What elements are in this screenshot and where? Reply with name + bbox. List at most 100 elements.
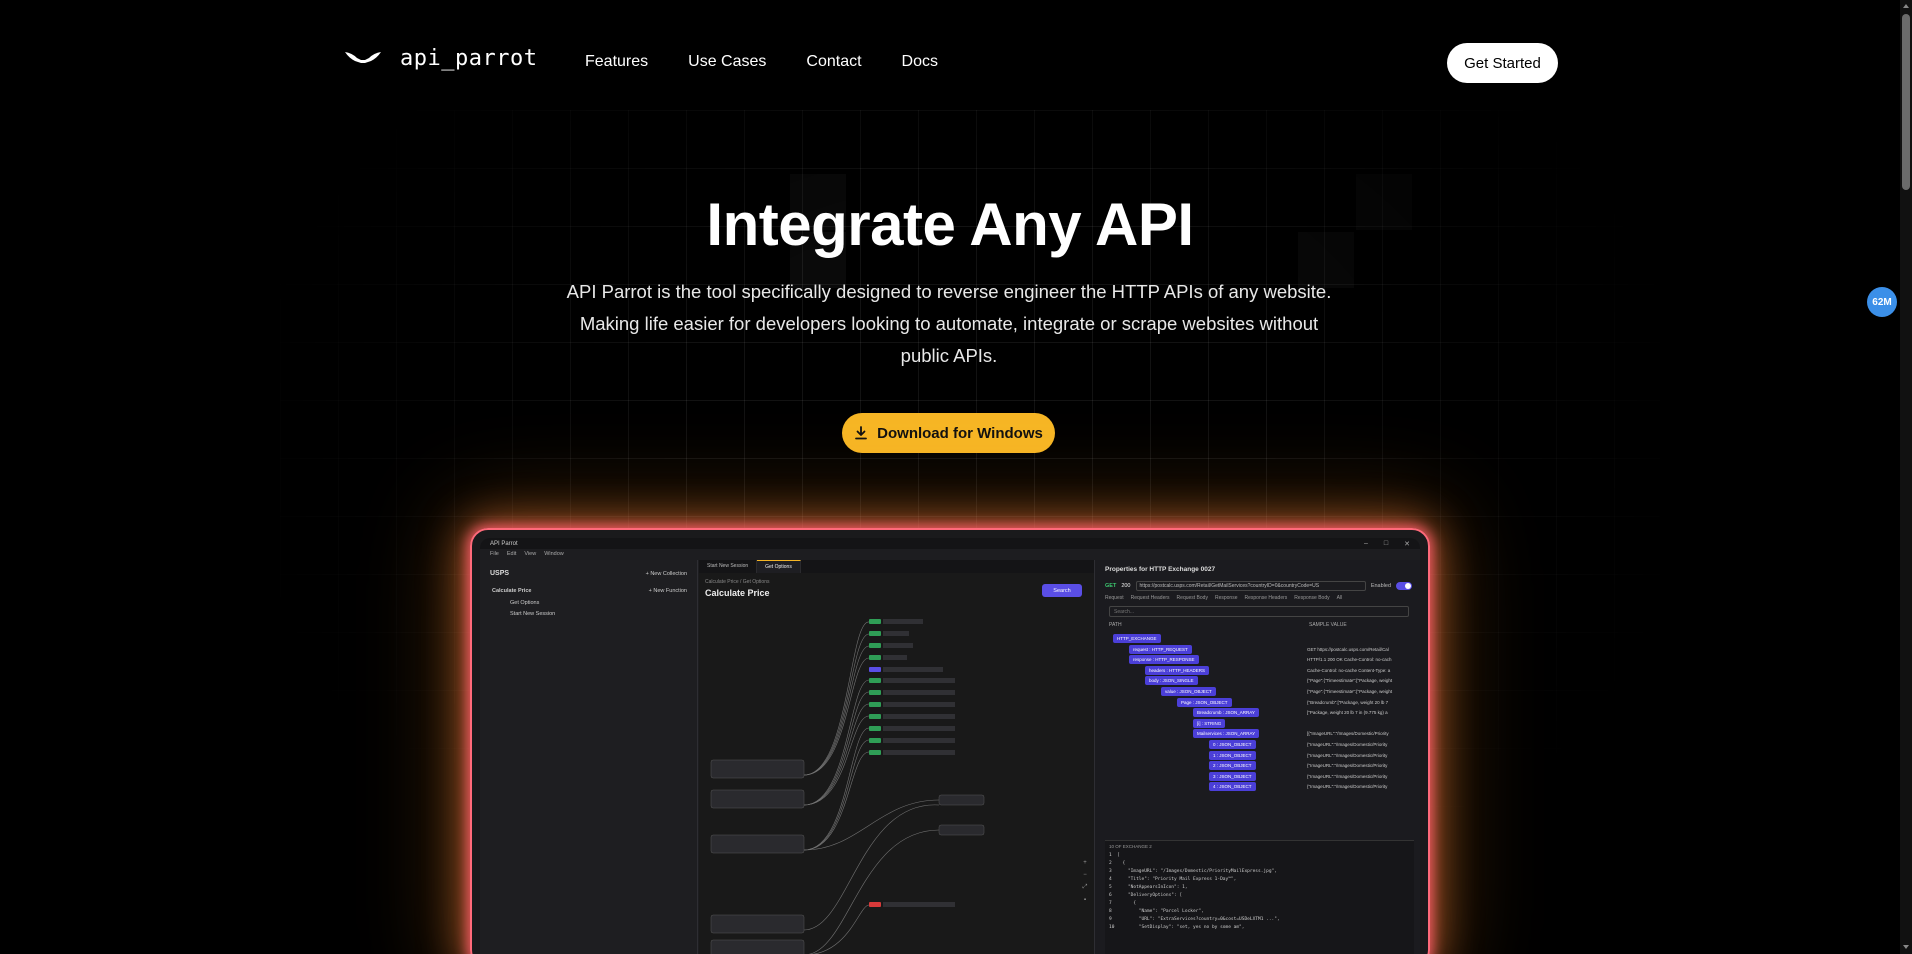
tree-row-sample: {"ImageURL":"/Images/Domestic/Priority xyxy=(1307,752,1388,758)
new-collection-label: + New Collection xyxy=(645,571,687,577)
json-preview-title: 10 OF EXCHANGE 2 xyxy=(1109,844,1152,849)
col-sample-value: SAMPLE VALUE xyxy=(1309,622,1347,628)
tree-row-label: headers : HTTP_HEADERS xyxy=(1145,665,1210,675)
json-preview: 10 OF EXCHANGE 2 1 [2 {3 "ImageURL": "/I… xyxy=(1105,840,1414,954)
download-label: Download for Windows xyxy=(877,424,1043,442)
parrot-logo-icon xyxy=(345,51,381,63)
close-icon: ✕ xyxy=(1404,541,1410,548)
tree-row-sample: {"ImageURL":"/Images/Domestic/Priority xyxy=(1307,763,1388,769)
tree-row-sample: {"Page":{"Timeestimate":["Package, weigh… xyxy=(1307,678,1393,684)
tree-row-label: Page : JSON_OBJECT xyxy=(1177,697,1232,707)
tree-row-sample: GET https://postcalc.usps.com/Retail/Cal xyxy=(1307,646,1389,652)
code-line: 3 "ImageURL": "/Images/Domestic/Priority… xyxy=(1109,869,1277,874)
collection-title: USPS xyxy=(490,570,510,577)
tree-row-label: 1 : JSON_OBJECT xyxy=(1209,750,1256,760)
request-url-row: GET 200 https://postcalc.usps.com/Retail… xyxy=(1105,580,1412,591)
zoom-in-icon: + xyxy=(1083,860,1087,866)
code-line: 6 "DeliveryOptions": [ xyxy=(1109,893,1183,898)
get-started-button[interactable]: Get Started xyxy=(1447,43,1558,83)
menu-window: Window xyxy=(544,551,564,557)
properties-search: Search... xyxy=(1109,606,1409,617)
fit-view-icon: ⤢ xyxy=(1082,884,1088,890)
scroll-down-arrow-icon[interactable] xyxy=(1902,944,1910,950)
enabled-label: Enabled xyxy=(1370,582,1391,589)
menu-view: View xyxy=(524,551,537,557)
tab-request: Request xyxy=(1105,595,1124,601)
app-window: API Parrot – □ ✕ File Edit View Window U… xyxy=(480,538,1420,954)
tree-item-calculate-price: Calculate Price xyxy=(492,588,532,594)
tab-request-body: Request Body xyxy=(1176,595,1208,601)
new-function-label: + New Function xyxy=(648,588,687,594)
minimize-icon: – xyxy=(1363,540,1368,547)
window-title: API Parrot xyxy=(490,540,518,547)
tree-row-sample: [{"ImageURL":"/Images/Domestic/Priority xyxy=(1307,731,1389,737)
hero-subtitle: API Parrot is the tool specifically desi… xyxy=(566,281,1332,366)
http-status: 200 xyxy=(1121,582,1131,589)
scroll-thumb[interactable] xyxy=(1902,14,1910,190)
tree-row-label: [i] : STRING xyxy=(1193,718,1226,728)
tab-start-new-session: Start New Session xyxy=(699,560,758,573)
tree-row-label: body : JSON_SINGLE xyxy=(1145,676,1198,686)
code-line: 7 { xyxy=(1109,901,1137,906)
enabled-toggle xyxy=(1396,581,1412,590)
main-nav: Features Use Cases Contact Docs xyxy=(585,53,938,71)
tree-row-sample: {"Page":{"Timeestimate":["Package, weigh… xyxy=(1307,689,1393,694)
properties-title: Properties for HTTP Exchange 0027 xyxy=(1105,566,1216,573)
zoom-out-icon: − xyxy=(1083,872,1087,878)
logo-link[interactable]: api_parrot xyxy=(344,46,537,71)
properties-tabs: Request Request Headers Request Body Res… xyxy=(1105,595,1342,601)
tab-request-headers: Request Headers xyxy=(1130,595,1170,601)
code-line: 4 "Title": "Priority Mail Express 1-Day™… xyxy=(1109,877,1237,882)
tree-row-label: HTTP_EXCHANGE xyxy=(1113,634,1161,643)
menu-file: File xyxy=(490,551,499,557)
tree-row-sample: Cache-Control: no-cache Content-Type: a xyxy=(1307,667,1391,673)
collection-pane: USPS + New Collection Calculate Price + … xyxy=(480,560,698,954)
properties-columns: PATH SAMPLE VALUE xyxy=(1109,622,1410,628)
tree-row-sample: ["Package, weight 20 lb 7 in (9.775 kg) … xyxy=(1307,710,1388,716)
nav-link-features[interactable]: Features xyxy=(585,53,648,71)
floating-badge[interactable]: 62M xyxy=(1867,287,1897,317)
tree-row-label: request : HTTP_REQUEST xyxy=(1129,644,1192,654)
maximize-icon: □ xyxy=(1383,540,1389,547)
tree-row-label: 2 : JSON_OBJECT xyxy=(1209,761,1256,771)
tree-row-label: 4 : JSON_OBJECT xyxy=(1209,782,1256,792)
tab-response-body: Response Body xyxy=(1294,595,1330,601)
editor-title: Calculate Price xyxy=(705,588,770,598)
nav-link-use-cases[interactable]: Use Cases xyxy=(688,53,766,71)
editor-breadcrumb: Calculate Price / Get Options xyxy=(705,579,770,585)
code-line: 9 "URL": "ExtraServices?country=0&cost=U… xyxy=(1109,917,1280,922)
download-icon xyxy=(855,426,868,440)
node-graph-canvas xyxy=(710,619,985,954)
tree-row-label: Breadcrumb : JSON_ARRAY xyxy=(1193,708,1259,718)
request-url: https://postcalc.usps.com/Retail/GetMail… xyxy=(1135,580,1366,591)
tab-response-headers: Response Headers xyxy=(1244,595,1288,601)
canvas-toolbar: + − ⤢ ▪ xyxy=(1080,860,1090,903)
nav-link-contact[interactable]: Contact xyxy=(806,53,861,71)
tab-all: All xyxy=(1336,595,1343,601)
nav-link-docs[interactable]: Docs xyxy=(902,53,938,71)
lock-icon: ▪ xyxy=(1083,897,1087,903)
tree-row-label: 3 : JSON_OBJECT xyxy=(1209,771,1256,781)
tree-row-label: value : JSON_OBJECT xyxy=(1161,687,1216,696)
page-scrollbar[interactable] xyxy=(1900,0,1912,954)
tree-row-label: response : HTTP_RESPONSE xyxy=(1129,655,1199,665)
window-controls: – □ ✕ xyxy=(1364,540,1410,548)
tree-row-sample: {"Breadcrumb":["Package, weight 20 lb 7 xyxy=(1307,699,1389,705)
editor-tabs: Start New Session Get Options xyxy=(699,560,1094,573)
editor-search-button: Search xyxy=(1042,584,1082,597)
tree-row-label: Mailservices : JSON_ARRAY xyxy=(1193,729,1260,739)
tree-row-label: 0 : JSON_OBJECT xyxy=(1209,740,1256,749)
tree-item-get-options: Get Options xyxy=(510,600,540,606)
tab-response: Response xyxy=(1214,595,1238,601)
code-line: 10 "SetDisplay": "set, yes no by some am… xyxy=(1109,925,1245,930)
tree-row-sample: HTTP/1.1 200 OK Cache-Control: no-cach xyxy=(1307,657,1392,663)
app-menu-bar: File Edit View Window xyxy=(480,549,1420,559)
code-line: 5 "NotAppearsInIcon": 1, xyxy=(1109,885,1188,890)
hero-title: Integrate Any API xyxy=(706,191,1194,258)
download-windows-button[interactable]: Download for Windows xyxy=(842,413,1055,453)
code-line: 8 "Name": "Parcel Locker", xyxy=(1109,909,1204,914)
window-titlebar: API Parrot – □ ✕ xyxy=(480,538,1420,549)
properties-pane: Properties for HTTP Exchange 0027 GET 20… xyxy=(1094,560,1420,954)
flow-editor-pane: Start New Session Get Options Calculate … xyxy=(699,560,1094,954)
scroll-up-arrow-icon[interactable] xyxy=(1902,3,1910,9)
